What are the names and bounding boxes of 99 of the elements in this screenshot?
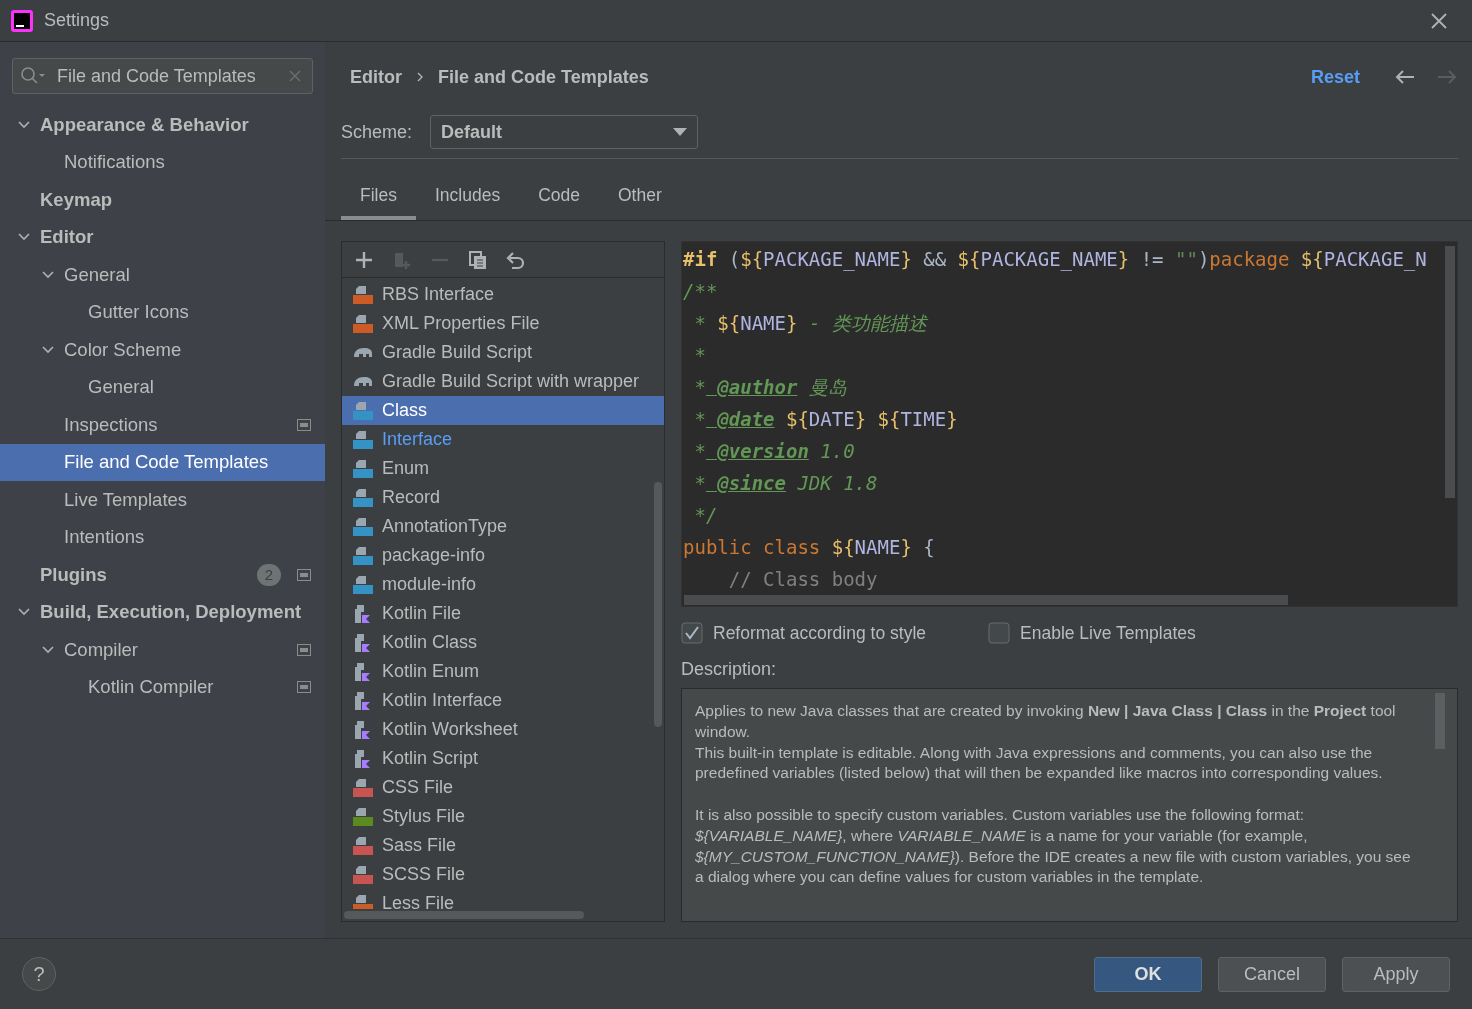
code-line: // Class body xyxy=(727,567,879,592)
template-item[interactable]: SCSS File xyxy=(342,860,664,889)
tree-item[interactable]: Live Templates xyxy=(0,481,325,519)
app-logo-icon xyxy=(10,8,34,33)
java-file-icon xyxy=(352,400,374,421)
template-item[interactable]: Kotlin File xyxy=(342,599,664,628)
css-file-icon xyxy=(352,777,374,798)
checkbox-label[interactable]: Reformat according to style xyxy=(713,622,926,644)
template-item[interactable]: RBS Interface xyxy=(342,280,664,309)
description-text: This built-in template is editable. Along with Java expressions and comments, you can also use the predefined variables (listed below) that will then be expanded like macros into corresponding values. xyxy=(695,742,1384,784)
code-line: * xyxy=(693,343,707,368)
scrollbar[interactable] xyxy=(654,482,662,727)
dialog-button[interactable]: OK xyxy=(1094,956,1202,992)
tree-item[interactable]: Color Scheme xyxy=(0,331,325,369)
template-item[interactable]: CSS File xyxy=(342,773,664,802)
close-icon[interactable] xyxy=(1430,11,1448,30)
help-button[interactable]: ? xyxy=(22,957,56,991)
code-line: * @author 曼岛 xyxy=(693,375,848,400)
scrollbar[interactable] xyxy=(1445,246,1455,498)
dialog-button[interactable]: Apply xyxy=(1342,956,1450,992)
breadcrumb[interactable]: Editor xyxy=(350,66,402,88)
less-file-icon xyxy=(352,893,374,909)
back-arrow-icon[interactable] xyxy=(1394,68,1416,86)
code-line: #if (${PACKAGE_NAME} && ${PACKAGE_NAME} != "")package ${PACKAGE_N xyxy=(682,247,1428,273)
code-line: /** xyxy=(682,279,719,304)
code-line: */ xyxy=(693,503,719,528)
undo-icon[interactable] xyxy=(506,249,526,270)
template-item[interactable]: Sass File xyxy=(342,831,664,860)
tab[interactable]: Includes xyxy=(415,177,520,220)
sass-file-icon xyxy=(352,835,374,856)
description-text: It is also possible to specify custom variables. Custom variables use the following format: ${VARIABLE_NAME}, where VARIABLE_NAME is a name for your variable (for example, ${MY_CUSTOM_FUNCTION_NAME}). Before the IDE creates a new file with custom variables, you see a dialog where you can define values for custom variables in the template. xyxy=(695,805,1412,888)
ruby-file-icon xyxy=(352,284,374,305)
java-file-icon xyxy=(352,487,374,508)
template-item[interactable]: Less File xyxy=(342,889,664,909)
add-icon[interactable] xyxy=(354,249,374,270)
tree-item[interactable]: General xyxy=(0,368,325,406)
tab[interactable]: Other xyxy=(599,177,681,220)
template-item[interactable]: Stylus File xyxy=(342,802,664,831)
tab[interactable]: Code xyxy=(519,177,599,220)
breadcrumb[interactable]: File and Code Templates xyxy=(438,66,649,88)
template-item[interactable]: Kotlin Script xyxy=(342,744,664,773)
tree-item[interactable]: File and Code Templates xyxy=(0,443,325,481)
tree-item[interactable]: Notifications xyxy=(0,143,325,181)
template-item[interactable]: AnnotationType xyxy=(342,512,664,541)
template-item[interactable]: Gradle Build Script with wrapper xyxy=(342,367,664,396)
window-title: Settings xyxy=(44,10,110,31)
template-item[interactable]: Record xyxy=(342,483,664,512)
code-line: * @since JDK 1.8 xyxy=(693,471,879,496)
checkbox[interactable] xyxy=(681,622,703,644)
template-item[interactable]: Class xyxy=(342,396,664,425)
description-text: Applies to new Java classes that are created by invoking New | Java Class | Class in the Project tool window. xyxy=(695,701,1397,742)
template-item[interactable]: Kotlin Worksheet xyxy=(342,715,664,744)
template-item[interactable]: module-info xyxy=(342,570,664,599)
checkbox[interactable] xyxy=(988,622,1010,644)
search-icon xyxy=(20,66,46,86)
template-item[interactable]: Kotlin Interface xyxy=(342,686,664,715)
tree-item[interactable]: Build, Execution, Deployment xyxy=(0,593,325,631)
tree-item[interactable]: Editor xyxy=(0,218,325,256)
template-item[interactable]: Kotlin Class xyxy=(342,628,664,657)
tree-item[interactable]: Kotlin Compiler xyxy=(0,668,325,706)
tree-item[interactable]: Intentions xyxy=(0,518,325,556)
tree-item[interactable]: Appearance & Behavior xyxy=(0,106,325,144)
code-editor[interactable]: #if (${PACKAGE_NAME} && ${PACKAGE_NAME} != "")package ${PACKAGE_N /** * ${NAME} - 类功能描述 * * @author 曼岛 * @date ${DATE} ${TIME} * @version 1.0 * @since JDK 1.8 */ public class ${NAME} { // Class body xyxy=(681,241,1458,607)
xml-file-icon xyxy=(352,313,374,334)
tree-item[interactable]: Inspections xyxy=(0,406,325,444)
copy-icon[interactable] xyxy=(468,249,488,270)
reset-link[interactable]: Reset xyxy=(1310,66,1360,88)
java-file-icon xyxy=(352,545,374,566)
scheme-dropdown[interactable]: Default xyxy=(430,115,699,149)
tab[interactable]: Files xyxy=(341,177,416,220)
java-file-icon xyxy=(352,574,374,595)
template-item[interactable]: Interface xyxy=(342,425,664,454)
tree-item[interactable]: Gutter Icons xyxy=(0,293,325,331)
code-line: public class ${NAME} { xyxy=(682,535,936,560)
code-line: * @date ${DATE} ${TIME} xyxy=(693,407,959,432)
java-file-icon xyxy=(352,458,374,479)
search-field[interactable]: File and Code Templates xyxy=(12,58,313,94)
sass-file-icon xyxy=(352,864,374,885)
template-item[interactable]: Kotlin Enum xyxy=(342,657,664,686)
scrollbar[interactable] xyxy=(684,595,1288,605)
checkbox-label[interactable]: Enable Live Templates xyxy=(1020,622,1196,644)
code-line: * ${NAME} - 类功能描述 xyxy=(693,311,929,336)
template-item[interactable]: Enum xyxy=(342,454,664,483)
scheme-label: Scheme: xyxy=(341,121,413,143)
java-file-icon xyxy=(352,516,374,537)
template-item[interactable]: Gradle Build Script xyxy=(342,338,664,367)
tree-item[interactable]: General xyxy=(0,256,325,294)
breadcrumb-separator-icon xyxy=(416,71,424,83)
dropdown-arrow-icon xyxy=(673,128,688,136)
java-file-icon xyxy=(352,429,374,450)
template-item[interactable]: XML Properties File xyxy=(342,309,664,338)
tree-item[interactable]: Keymap xyxy=(0,181,325,219)
template-item[interactable]: package-info xyxy=(342,541,664,570)
stylus-file-icon xyxy=(352,806,374,827)
description-label: Description: xyxy=(681,659,778,680)
dialog-button[interactable]: Cancel xyxy=(1218,956,1326,992)
tree-item[interactable]: Compiler xyxy=(0,631,325,669)
scrollbar[interactable] xyxy=(344,911,584,919)
code-line: * @version 1.0 xyxy=(693,439,856,464)
